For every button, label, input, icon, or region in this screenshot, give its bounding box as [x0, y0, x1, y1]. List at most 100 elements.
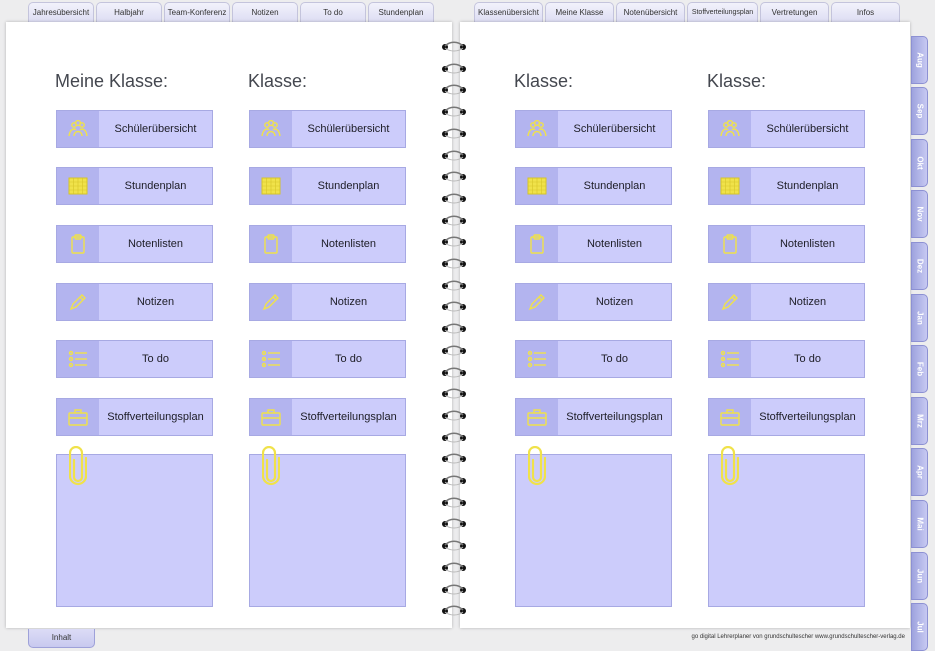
button-label: To do — [601, 353, 628, 365]
to-do-button[interactable]: To do — [249, 340, 406, 378]
students-icon — [709, 111, 751, 147]
tab-meine-klasse[interactable]: Meine Klasse — [545, 2, 614, 23]
month-tab-jan[interactable]: Jan — [911, 294, 928, 342]
month-tab-aug[interactable]: Aug — [911, 36, 928, 84]
spiral-ring — [442, 583, 466, 595]
to-do-button[interactable]: To do — [56, 340, 213, 378]
month-tab-jul[interactable]: Jul — [911, 603, 928, 651]
stoffverteilungsplan-button[interactable]: Stoffverteilungsplan — [708, 398, 865, 436]
notenlisten-button[interactable]: Notenlisten — [708, 225, 865, 263]
briefcase-icon — [57, 399, 99, 435]
button-label: Notenlisten — [127, 238, 184, 250]
paperclip-icon — [720, 445, 740, 486]
month-label: Nov — [915, 206, 924, 222]
pencil-icon — [250, 284, 292, 320]
notizen-button[interactable]: Notizen — [56, 283, 213, 321]
button-label: Stundenplan — [583, 180, 646, 192]
month-tab-okt[interactable]: Okt — [911, 139, 928, 187]
month-tab-jun[interactable]: Jun — [911, 552, 928, 600]
button-label: Notenlisten — [320, 238, 377, 250]
spiral-ring — [442, 127, 466, 139]
students-icon — [57, 111, 99, 147]
notenlisten-button[interactable]: Notenlisten — [249, 225, 406, 263]
briefcase-icon — [516, 399, 558, 435]
clipboard-icon — [57, 226, 99, 262]
tab-halbjahr[interactable]: Halbjahr — [96, 2, 162, 23]
schueleruebersicht-button[interactable]: Schülerübersicht — [249, 110, 406, 148]
to-do-button[interactable]: To do — [708, 340, 865, 378]
spiral-ring — [442, 149, 466, 161]
tab-team-konferenz[interactable]: Team-Konferenz — [164, 2, 230, 23]
tab-stoffverteilungsplan[interactable]: Stoffverteilungsplan — [687, 2, 758, 23]
stoffverteilungsplan-button[interactable]: Stoffverteilungsplan — [515, 398, 672, 436]
clipboard-icon — [516, 226, 558, 262]
tab-to-do[interactable]: To do — [300, 2, 366, 23]
button-label: Notizen — [136, 296, 175, 308]
notizen-button[interactable]: Notizen — [249, 283, 406, 321]
paperclip-icon — [68, 445, 88, 486]
stundenplan-button[interactable]: Stundenplan — [249, 167, 406, 205]
month-tab-nov[interactable]: Nov — [911, 190, 928, 238]
clipboard-icon — [709, 226, 751, 262]
month-label: Jul — [915, 621, 924, 633]
stoffverteilungsplan-button[interactable]: Stoffverteilungsplan — [249, 398, 406, 436]
month-tab-apr[interactable]: Apr — [911, 448, 928, 496]
stundenplan-button[interactable]: Stundenplan — [708, 167, 865, 205]
timetable-icon — [57, 168, 99, 204]
button-label: Stundenplan — [776, 180, 839, 192]
tab-jahresuebersicht[interactable]: Jahresübersicht — [28, 2, 94, 23]
button-label: Schülerübersicht — [766, 123, 849, 135]
month-label: Okt — [915, 156, 924, 170]
to-do-button[interactable]: To do — [515, 340, 672, 378]
pencil-icon — [57, 284, 99, 320]
stundenplan-button[interactable]: Stundenplan — [56, 167, 213, 205]
button-label: Notenlisten — [586, 238, 643, 250]
klasse-title: Klasse: — [248, 71, 308, 91]
schueleruebersicht-button[interactable]: Schülerübersicht — [708, 110, 865, 148]
tab-vertretungen[interactable]: Vertretungen — [760, 2, 829, 23]
spiral-ring — [442, 300, 466, 312]
tab-klassenuebersicht[interactable]: Klassenübersicht — [474, 2, 543, 23]
spiral-ring — [442, 474, 466, 486]
tab-inhalt[interactable]: Inhalt — [28, 629, 95, 648]
klasse-title: Klasse: — [514, 71, 574, 91]
notizen-button[interactable]: Notizen — [515, 283, 672, 321]
tab-infos[interactable]: Infos — [831, 2, 900, 23]
schueleruebersicht-button[interactable]: Schülerübersicht — [56, 110, 213, 148]
month-tab-sep[interactable]: Sep — [911, 87, 928, 135]
students-icon — [516, 111, 558, 147]
notizen-button[interactable]: Notizen — [708, 283, 865, 321]
spiral-ring — [442, 257, 466, 269]
month-tab-mai[interactable]: Mai — [911, 500, 928, 548]
month-tab-mrz[interactable]: Mrz — [911, 397, 928, 445]
month-label: Apr — [915, 465, 924, 479]
month-label: Sep — [915, 103, 924, 119]
pencil-icon — [516, 284, 558, 320]
spiral-ring — [442, 366, 466, 378]
button-label: Stoffverteilungsplan — [759, 411, 856, 423]
spiral-ring — [442, 214, 466, 226]
spiral-ring — [442, 62, 466, 74]
month-label: Dez — [915, 258, 924, 274]
notenlisten-button[interactable]: Notenlisten — [56, 225, 213, 263]
tab-notizen[interactable]: Notizen — [232, 2, 298, 23]
spiral-ring — [442, 561, 466, 573]
notenlisten-button[interactable]: Notenlisten — [515, 225, 672, 263]
klasse-title: Klasse: — [707, 71, 767, 91]
button-label: Schülerübersicht — [114, 123, 197, 135]
spiral-ring — [442, 452, 466, 464]
month-tab-dez[interactable]: Dez — [911, 242, 928, 290]
spiral-ring — [442, 235, 466, 247]
tab-stundenplan[interactable]: Stundenplan — [368, 2, 434, 23]
checklist-icon — [516, 341, 558, 377]
stundenplan-button[interactable]: Stundenplan — [515, 167, 672, 205]
spiral-ring — [442, 192, 466, 204]
button-label: Notenlisten — [779, 238, 836, 250]
button-label: Schülerübersicht — [307, 123, 390, 135]
month-tab-feb[interactable]: Feb — [911, 345, 928, 393]
spiral-ring — [442, 517, 466, 529]
stoffverteilungsplan-button[interactable]: Stoffverteilungsplan — [56, 398, 213, 436]
tab-notenuebersicht[interactable]: Notenübersicht — [616, 2, 685, 23]
briefcase-icon — [250, 399, 292, 435]
schueleruebersicht-button[interactable]: Schülerübersicht — [515, 110, 672, 148]
